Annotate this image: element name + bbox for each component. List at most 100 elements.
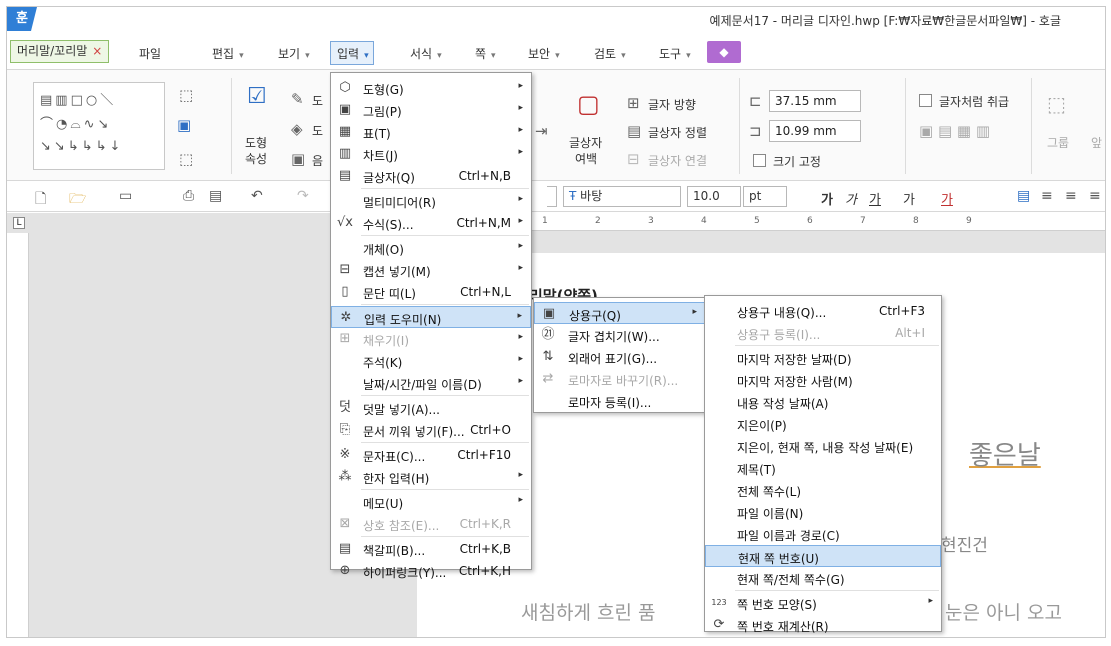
textbox-margin-label[interactable]: 글상자 bbox=[569, 134, 602, 151]
select-object-icon[interactable]: ⬚ bbox=[179, 86, 193, 104]
phrase-menu-item[interactable]: 전체 쪽수(L) bbox=[705, 479, 941, 501]
menu-file[interactable]: 파일 bbox=[139, 45, 161, 62]
input-menu-item[interactable]: ▥ 차트(J) ▸ bbox=[331, 143, 531, 165]
phrase-menu-item[interactable]: 123 쪽 번호 모양(S) ▸ bbox=[705, 592, 941, 614]
menu-page[interactable]: 쪽 ▾ bbox=[475, 45, 496, 62]
new-doc-icon[interactable]: 🗋 bbox=[35, 188, 46, 212]
fill-label[interactable]: 도 bbox=[312, 122, 323, 139]
helper-menu-item[interactable]: ⇅ 외래어 표기(G)... bbox=[534, 346, 706, 368]
menu-tools[interactable]: 도구 ▾ bbox=[659, 45, 691, 62]
romanize-icon: ⇄ bbox=[542, 371, 554, 386]
multi-select-icon[interactable]: ⬚ bbox=[179, 150, 193, 168]
align-left-icon[interactable]: ≡ bbox=[1041, 188, 1053, 204]
input-menu-item[interactable]: ▤ 글상자(Q) Ctrl+N,B bbox=[331, 165, 531, 187]
phrase-menu-item[interactable]: 상용구 내용(Q)... Ctrl+F3 bbox=[705, 300, 941, 322]
italic-button[interactable]: 가 bbox=[845, 189, 857, 208]
align-right-icon[interactable]: ≡ bbox=[1089, 188, 1101, 204]
input-menu-item[interactable]: ⊕ 하이퍼링크(Y)... Ctrl+K,H bbox=[331, 560, 531, 582]
input-menu-item[interactable]: 주석(K) ▸ bbox=[331, 350, 531, 372]
undo-icon[interactable]: ↶ bbox=[251, 188, 263, 204]
preview-icon[interactable]: ▤ bbox=[209, 188, 222, 204]
phrase-menu-item[interactable]: 파일 이름과 경로(C) bbox=[705, 523, 941, 545]
textbox-align-icon[interactable]: ▤ bbox=[627, 122, 641, 140]
line-icon[interactable]: ✎ bbox=[291, 90, 304, 108]
phrase-menu-item[interactable]: ⟳ 쪽 번호 재계산(R) bbox=[705, 614, 941, 636]
font-name-combo[interactable]: Ŧ 바탕 bbox=[563, 186, 681, 207]
input-menu-item[interactable]: 개체(O) ▸ bbox=[331, 237, 531, 259]
phrase-menu-item[interactable]: 파일 이름(N) bbox=[705, 501, 941, 523]
fixed-size-checkbox[interactable] bbox=[753, 154, 766, 167]
shadow-icon[interactable]: ▣ bbox=[291, 150, 305, 168]
menu-edit[interactable]: 편집 ▾ bbox=[212, 45, 244, 62]
phrase-menu-item[interactable]: 내용 작성 날짜(A) bbox=[705, 391, 941, 413]
input-menu-item[interactable]: 날짜/시간/파일 이름(D) ▸ bbox=[331, 372, 531, 394]
input-menu-item[interactable]: 메모(U) ▸ bbox=[331, 491, 531, 513]
line-label[interactable]: 도 bbox=[312, 92, 323, 109]
shadow-label[interactable]: 음 bbox=[312, 152, 323, 169]
width-input[interactable]: 37.15 mm bbox=[769, 90, 861, 112]
input-menu-item[interactable]: ▯ 문단 띠(L) Ctrl+N,L bbox=[331, 281, 531, 303]
save-icon[interactable]: ▭ bbox=[119, 188, 132, 204]
bold-button[interactable]: 가 bbox=[821, 189, 833, 208]
input-menu-item[interactable]: ⊟ 캡션 넣기(M) ▸ bbox=[331, 259, 531, 281]
shape-props-label[interactable]: 도형 bbox=[245, 134, 267, 151]
menu-security[interactable]: 보안 ▾ bbox=[528, 45, 560, 62]
phrase-menu-item[interactable]: 현재 쪽/전체 쪽수(G) bbox=[705, 567, 941, 589]
menu-separator bbox=[361, 489, 529, 490]
style-combo[interactable] bbox=[547, 186, 557, 207]
phrase-menu-item[interactable]: 마지막 저장한 사람(M) bbox=[705, 369, 941, 391]
phrase-menu-item[interactable]: 지은이(P) bbox=[705, 413, 941, 435]
input-menu-item[interactable]: ⁂ 한자 입력(H) ▸ bbox=[331, 466, 531, 488]
shape-context-tab-icon[interactable]: ◆ bbox=[707, 41, 741, 63]
font-name-value: 바탕 bbox=[580, 189, 603, 203]
align-justify-icon[interactable]: ▤ bbox=[1017, 188, 1030, 204]
input-menu-item[interactable]: ▦ 표(T) ▸ bbox=[331, 121, 531, 143]
input-menu-item[interactable]: ▤ 책갈피(B)... Ctrl+K,B bbox=[331, 538, 531, 560]
textbox-align-label[interactable]: 글상자 정렬 bbox=[648, 124, 707, 141]
fill-bucket-icon[interactable]: ◈ bbox=[291, 120, 303, 138]
input-menu-item[interactable]: 멀티미디어(R) ▸ bbox=[331, 190, 531, 212]
font-size-combo[interactable]: 10.0 bbox=[687, 186, 741, 207]
align-center-icon[interactable]: ≡ bbox=[1065, 188, 1077, 204]
helper-menu-item[interactable]: ㉑ 글자 겹치기(W)... bbox=[534, 324, 706, 346]
textbox-margin-icon[interactable]: ▢ bbox=[577, 90, 600, 118]
font-color-button[interactable]: 가 bbox=[941, 189, 953, 208]
input-menu-item[interactable]: ✲ 입력 도우미(N) ▸ bbox=[331, 306, 531, 328]
input-menu-item[interactable]: 덧 덧말 넣기(A)... bbox=[331, 397, 531, 419]
strike-button[interactable]: 가 bbox=[903, 189, 915, 208]
text-frame-icon[interactable]: ▣ bbox=[177, 116, 191, 134]
phrase-menu-item[interactable]: 마지막 저장한 날짜(D) bbox=[705, 347, 941, 369]
treat-as-char-checkbox[interactable] bbox=[919, 94, 932, 107]
app-logo-icon[interactable]: 훈 bbox=[7, 7, 37, 31]
close-tab-icon[interactable]: × bbox=[92, 44, 102, 58]
helper-menu-item[interactable]: ▣ 상용구(Q) ▸ bbox=[534, 302, 706, 324]
shape-props-icon[interactable]: ☑ bbox=[247, 84, 267, 109]
menu-review[interactable]: 검토 ▾ bbox=[594, 45, 626, 62]
underline-button[interactable]: 가 bbox=[869, 189, 881, 208]
redo-icon[interactable]: ↷ bbox=[297, 188, 309, 204]
shape-props-label-2[interactable]: 속성 bbox=[245, 150, 267, 167]
indent-icon[interactable]: ⇥ bbox=[535, 122, 548, 140]
height-input[interactable]: 10.99 mm bbox=[769, 120, 861, 142]
input-menu-item[interactable]: √x 수식(S)... Ctrl+N,M ▸ bbox=[331, 212, 531, 234]
menu-format[interactable]: 서식 ▾ bbox=[410, 45, 442, 62]
phrase-menu-item[interactable]: 현재 쪽 번호(U) bbox=[705, 545, 941, 567]
input-menu-item[interactable]: ⎘ 문서 끼워 넣기(F)... Ctrl+O bbox=[331, 419, 531, 441]
shape-gallery[interactable]: ▤▥□○＼ ⌒◔⌓∿↘ ↘↘↳↳↳↓ bbox=[33, 82, 165, 170]
text-direction-icon[interactable]: ⊞ bbox=[627, 94, 640, 112]
menu-view[interactable]: 보기 ▾ bbox=[278, 45, 310, 62]
menu-input[interactable]: 입력 ▾ bbox=[330, 41, 374, 65]
helper-menu-item[interactable]: 로마자 등록(I)... bbox=[534, 390, 706, 412]
input-menu-item[interactable]: ※ 문자표(C)... Ctrl+F10 bbox=[331, 444, 531, 466]
doc-tab-header-footer[interactable]: 머리말/꼬리말 × bbox=[10, 40, 110, 63]
font-unit-combo[interactable]: pt bbox=[743, 186, 787, 207]
phrase-menu-item[interactable]: 제목(T) bbox=[705, 457, 941, 479]
input-menu-item[interactable]: ▣ 그림(P) ▸ bbox=[331, 99, 531, 121]
text-direction-label[interactable]: 글자 방향 bbox=[648, 96, 696, 113]
input-menu-item[interactable]: ⬡ 도형(G) ▸ bbox=[331, 77, 531, 99]
textbox-margin-label-2[interactable]: 여백 bbox=[575, 150, 597, 167]
phrase-menu-item[interactable]: 지은이, 현재 쪽, 내용 작성 날짜(E) bbox=[705, 435, 941, 457]
print-icon[interactable]: ⎙ bbox=[183, 188, 194, 204]
ruler-toggle-icon[interactable]: L bbox=[13, 217, 25, 229]
open-folder-icon[interactable]: 🗁 bbox=[69, 188, 86, 212]
